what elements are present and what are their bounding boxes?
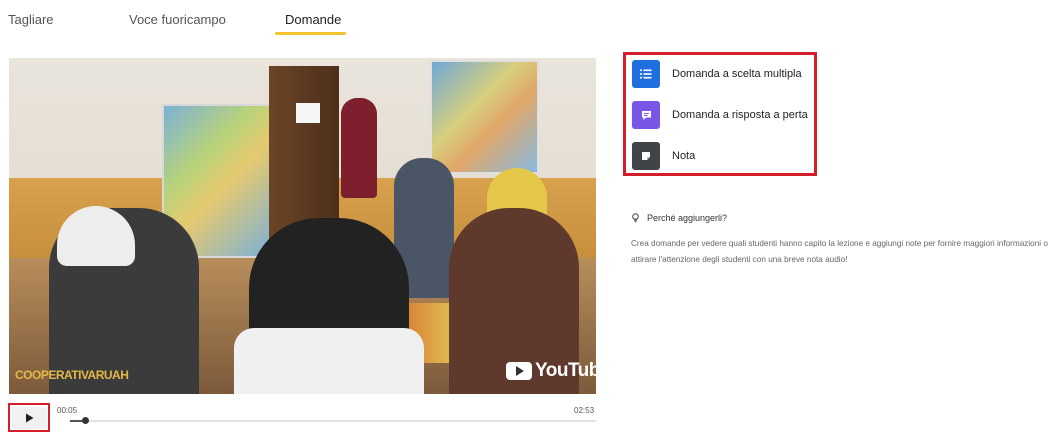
tab-tagliare[interactable]: Tagliare [8,12,54,27]
info-title: Perché aggiungerli? [647,213,728,223]
progress-bar[interactable] [70,417,596,424]
option-label: Domanda a risposta a perta [672,109,808,121]
total-duration: 02:53 [574,406,595,415]
video-player[interactable]: COOPERATIVARUAH YouTube [9,58,596,394]
question-type-options: Domanda a scelta multipla Domanda a risp… [623,52,817,176]
play-button[interactable] [11,406,47,429]
tab-domande[interactable]: Domande [285,12,341,27]
progress-handle[interactable] [82,417,90,424]
option-label: Nota [672,150,696,162]
tab-voce-fuoricampo[interactable]: Voce fuoricampo [129,12,226,27]
add-open-question-button[interactable]: Domanda a risposta a perta [632,101,808,129]
info-heading: Perché aggiungerli? [632,213,727,223]
play-button-highlight [8,403,50,432]
tab-bar: Tagliare Voce fuoricampo Domande [0,0,400,40]
video-scene-teacher [341,98,377,198]
active-tab-indicator [275,32,346,35]
video-scene-student-shirt [234,328,424,394]
current-time: 00:05 [57,406,78,415]
video-scene-door-sign [296,103,320,123]
note-icon [632,142,660,170]
video-scene-map-world [430,60,539,174]
play-icon [25,413,33,422]
option-label: Domanda a scelta multipla [672,68,802,80]
chat-icon [632,101,660,129]
info-description: Crea domande per vedere quali studenti h… [631,239,1048,264]
channel-watermark: COOPERATIVARUAH [15,368,129,382]
list-icon [632,60,660,88]
youtube-play-icon [506,362,532,380]
add-multiple-choice-button[interactable]: Domanda a scelta multipla [632,60,802,88]
lightbulb-icon [632,213,639,223]
youtube-wordmark: YouTube [535,360,596,381]
add-note-button[interactable]: Nota [632,142,695,170]
youtube-logo[interactable]: YouTube [506,360,596,382]
